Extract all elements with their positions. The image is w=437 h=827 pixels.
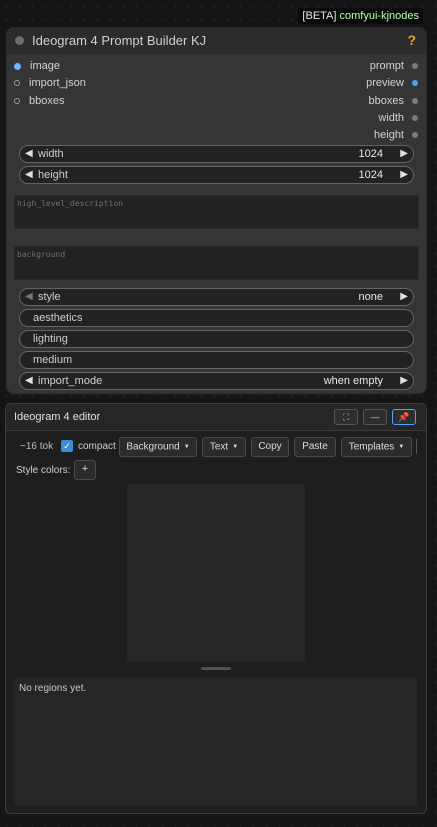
widget-label: width [38, 148, 64, 160]
widget-label: medium [33, 354, 73, 366]
button-label: Copy [258, 441, 282, 452]
caret-down-icon: ▼ [232, 444, 239, 450]
widget-label: style [38, 291, 61, 303]
style-colors-label: Style colors: [16, 465, 71, 476]
input-slot-icon[interactable] [14, 98, 20, 105]
add-style-color-button[interactable]: + [74, 460, 96, 480]
high-level-description-input[interactable]: high_level_description [14, 195, 419, 229]
output-label: bboxes [368, 95, 404, 107]
button-label: Text [209, 441, 229, 453]
lighting-input[interactable]: lighting [19, 330, 414, 348]
input-slot-icon[interactable] [14, 80, 20, 87]
output-slot-icon[interactable] [412, 63, 418, 70]
input-slot-icon[interactable] [14, 62, 21, 70]
prev-arrow-icon[interactable]: ◀ [25, 373, 33, 389]
resize-handle[interactable] [201, 667, 231, 670]
compact-label: compact [78, 441, 116, 452]
compact-checkbox[interactable]: ✓ [61, 440, 73, 452]
widget-label: height [38, 169, 68, 181]
caret-down-icon: ▼ [183, 444, 190, 450]
input-image[interactable]: image [14, 59, 60, 73]
input-label: import_json [29, 77, 86, 89]
decrement-arrow-icon[interactable]: ◀ [25, 146, 33, 162]
node-header[interactable]: Ideogram 4 Prompt Builder KJ ? [7, 28, 426, 54]
paste-button[interactable]: Paste [294, 437, 336, 457]
output-width[interactable]: width [378, 111, 418, 125]
pin-icon: 📌 [398, 412, 410, 422]
editor-header: Ideogram 4 editor ⛶ — 📌 [6, 404, 426, 431]
output-label: height [374, 129, 404, 141]
output-slot-icon[interactable] [412, 132, 418, 139]
button-label: Paste [302, 441, 328, 452]
decrement-arrow-icon[interactable]: ◀ [25, 167, 33, 183]
input-bboxes[interactable]: bboxes [14, 94, 64, 108]
minimize-icon: — [370, 412, 380, 422]
editor-canvas[interactable] [127, 484, 305, 662]
output-prompt[interactable]: prompt [370, 59, 418, 73]
input-label: image [30, 60, 60, 72]
minimize-button[interactable]: — [363, 409, 387, 425]
widget-value: none [358, 291, 383, 303]
height-widget[interactable]: ◀ height 1024 ▶ [19, 166, 414, 184]
next-arrow-icon[interactable]: ▶ [400, 373, 408, 389]
import-mode-combo[interactable]: ◀ import_mode when empty ▶ [19, 372, 414, 390]
textarea-placeholder: background [17, 250, 66, 259]
regions-empty-message: No regions yet. [19, 683, 87, 694]
width-widget[interactable]: ◀ width 1024 ▶ [19, 145, 414, 163]
output-bboxes[interactable]: bboxes [369, 94, 418, 108]
output-label: prompt [369, 60, 404, 72]
regions-list: No regions yet. [14, 677, 417, 806]
pin-button[interactable]: 📌 [392, 409, 416, 425]
textarea-placeholder: high_level_description [17, 199, 123, 208]
output-label: preview [366, 77, 404, 89]
templates-button[interactable]: Templates ▼ [341, 437, 412, 457]
prev-arrow-icon[interactable]: ◀ [25, 289, 33, 305]
fullscreen-button[interactable]: ⛶ [334, 409, 358, 425]
style-combo[interactable]: ◀ style none ▶ [19, 288, 414, 306]
widget-value: 1024 [358, 148, 383, 160]
copy-button[interactable]: Copy [251, 437, 289, 457]
increment-arrow-icon[interactable]: ▶ [400, 167, 408, 183]
widget-label: import_mode [38, 375, 103, 387]
node-title: Ideogram 4 Prompt Builder KJ [32, 33, 207, 48]
caret-down-icon: ▼ [398, 444, 405, 450]
button-label: Background [126, 441, 180, 453]
editor-toolbar: ~16 tok ✓ compact Background ▼ Text ▼ Copy… [6, 437, 426, 457]
toolbar-divider [416, 439, 417, 454]
medium-input[interactable]: medium [19, 351, 414, 369]
output-preview[interactable]: preview [366, 76, 418, 90]
output-label: width [378, 112, 404, 124]
token-count: ~16 tok [20, 441, 54, 452]
help-icon[interactable]: ? [407, 32, 416, 48]
widget-label: aesthetics [33, 312, 83, 324]
beta-badge: [BETA] comfyui-kjnodes [298, 8, 423, 24]
aesthetics-input[interactable]: aesthetics [19, 309, 414, 327]
background-button[interactable]: Background ▼ [119, 437, 197, 457]
output-slot-icon[interactable] [412, 80, 418, 87]
widget-value: 1024 [358, 169, 383, 181]
input-import-json[interactable]: import_json [14, 76, 86, 90]
input-label: bboxes [29, 95, 65, 107]
output-slot-icon[interactable] [412, 115, 418, 122]
background-input[interactable]: background [14, 246, 419, 280]
widget-value: when empty [323, 375, 383, 387]
prompt-builder-node[interactable]: Ideogram 4 Prompt Builder KJ ? image imp… [6, 27, 427, 394]
editor-title: Ideogram 4 editor [14, 411, 101, 423]
widget-label: lighting [33, 333, 68, 345]
fullscreen-icon: ⛶ [342, 412, 350, 422]
next-arrow-icon[interactable]: ▶ [400, 289, 408, 305]
text-button[interactable]: Text ▼ [202, 437, 246, 457]
ideogram-editor-panel: Ideogram 4 editor ⛶ — 📌 ~16 tok ✓ compac… [5, 403, 427, 814]
collapse-dot-icon[interactable] [15, 36, 24, 45]
beta-package-name: comfyui-kjnodes [339, 10, 419, 22]
plus-icon: + [81, 463, 89, 475]
output-height[interactable]: height [374, 128, 418, 142]
increment-arrow-icon[interactable]: ▶ [400, 146, 408, 162]
beta-prefix: [BETA] [302, 10, 340, 22]
button-label: Templates [348, 441, 395, 453]
output-slot-icon[interactable] [412, 98, 418, 105]
